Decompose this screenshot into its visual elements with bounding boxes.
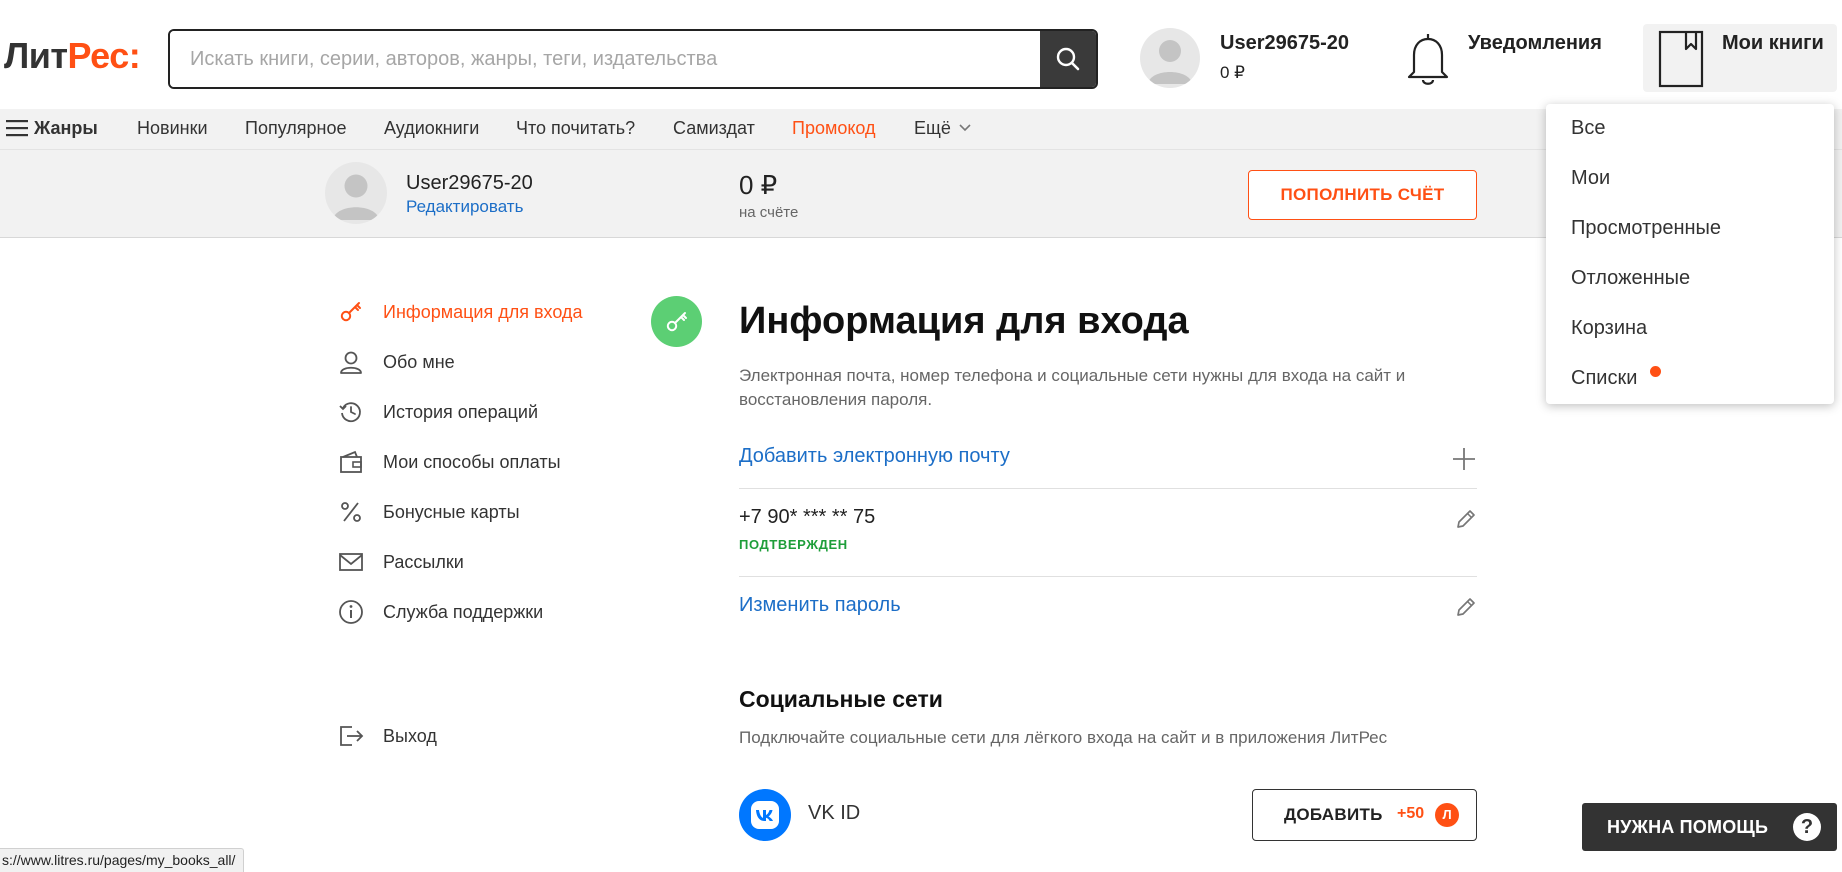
avatar (1140, 28, 1200, 88)
notifications-label: Уведомления (1468, 32, 1602, 54)
dropdown-item-mine[interactable]: Мои (1571, 167, 1610, 190)
notifications-button[interactable]: Уведомления (1402, 28, 1632, 90)
user-avatar-icon (333, 174, 379, 220)
nav-samizdat[interactable]: Самиздат (673, 109, 755, 149)
change-password-row: Изменить пароль (739, 594, 1477, 624)
plus-icon[interactable] (1451, 446, 1477, 472)
user-icon (336, 347, 366, 377)
search-bar (168, 29, 1098, 89)
sidebar-item-payment-methods[interactable]: Мои способы оплаты (336, 447, 561, 477)
nav-audiobooks[interactable]: Аудиокниги (384, 109, 479, 149)
question-icon: ? (1793, 813, 1821, 841)
info-icon (336, 597, 366, 627)
sidebar-item-about-me[interactable]: Обо мне (336, 347, 455, 377)
nav-promocode[interactable]: Промокод (792, 109, 876, 149)
user-avatar-icon (1148, 40, 1192, 84)
sidebar-item-support[interactable]: Служба поддержки (336, 597, 543, 627)
wallet-icon (336, 447, 366, 477)
my-books-dropdown: Все Мои Просмотренные Отложенные Корзина… (1546, 104, 1834, 404)
search-button[interactable] (1040, 31, 1096, 87)
dropdown-item-all[interactable]: Все (1571, 117, 1605, 140)
sidebar-item-mailings[interactable]: Рассылки (336, 547, 464, 577)
balance-value: 0 ₽ (739, 170, 778, 200)
mail-icon (336, 547, 366, 577)
pencil-icon[interactable] (1455, 508, 1477, 530)
nav-genres[interactable]: Жанры (6, 109, 98, 149)
social-networks-description: Подключайте социальные сети для лёгкого … (739, 728, 1388, 747)
edit-profile-link[interactable]: Редактировать (406, 197, 523, 217)
percent-icon (336, 497, 366, 527)
book-bookmark-icon (1658, 30, 1704, 88)
litres-bonus-badge: Л (1435, 803, 1459, 827)
sidebar-item-login-info[interactable]: Информация для входа (336, 297, 582, 327)
nav-more[interactable]: Ещё (914, 109, 972, 149)
nav-new[interactable]: Новинки (137, 109, 208, 149)
user-profile-menu[interactable]: User29675-20 0 ₽ (1140, 28, 1360, 90)
key-badge-icon (651, 296, 702, 347)
divider (739, 576, 1477, 577)
my-books-button[interactable]: Мои книги (1643, 24, 1837, 92)
add-email-link[interactable]: Добавить электронную почту (739, 445, 1010, 467)
dropdown-item-viewed[interactable]: Просмотренные (1571, 217, 1721, 240)
search-icon (1056, 47, 1080, 71)
top-up-button[interactable]: ПОПОЛНИТЬ СЧЁТ (1248, 170, 1477, 220)
bell-icon (1407, 34, 1449, 85)
logout-icon (336, 721, 366, 751)
status-bar-url: s://www.litres.ru/pages/my_books_all/ (0, 848, 245, 872)
dropdown-item-lists[interactable]: Списки (1571, 367, 1637, 390)
vk-id-label: VK ID (808, 802, 861, 824)
page-title: Информация для входа (739, 300, 1189, 342)
dropdown-item-cart[interactable]: Корзина (1571, 317, 1647, 340)
balance-caption: на счёте (739, 204, 799, 221)
nav-popular[interactable]: Популярное (245, 109, 347, 149)
need-help-button[interactable]: НУЖНА ПОМОЩЬ ? (1582, 803, 1837, 851)
vk-logo-icon (739, 789, 791, 841)
hamburger-icon (6, 120, 28, 137)
add-vk-button[interactable]: ДОБАВИТЬ +50 Л (1252, 789, 1477, 841)
change-password-link[interactable]: Изменить пароль (739, 594, 901, 616)
pencil-icon[interactable] (1455, 596, 1477, 618)
avatar (325, 162, 387, 224)
litres-logo[interactable]: ЛитРес: (4, 36, 141, 76)
key-icon (666, 311, 687, 331)
my-books-label: Мои книги (1722, 32, 1824, 54)
search-input[interactable] (170, 31, 1040, 87)
bonus-amount: +50 (1397, 805, 1425, 822)
phone-verified-status: ПОДТВЕРЖДЕН (739, 537, 848, 552)
user-name: User29675-20 (1220, 32, 1349, 54)
nav-what-to-read[interactable]: Что почитать? (516, 109, 635, 149)
sidebar-item-logout[interactable]: Выход (336, 721, 437, 751)
user-balance: 0 ₽ (1220, 63, 1245, 82)
key-icon (336, 297, 366, 327)
phone-row: +7 90* *** ** 75 ПОДТВЕРЖДЕН (739, 506, 1477, 556)
dropdown-item-postponed[interactable]: Отложенные (1571, 267, 1690, 290)
account-name: User29675-20 (406, 172, 533, 194)
history-icon (336, 397, 366, 427)
phone-number: +7 90* *** ** 75 (739, 506, 876, 528)
add-email-row: Добавить электронную почту (739, 445, 1477, 475)
social-networks-title: Социальные сети (739, 686, 943, 712)
chevron-down-icon (959, 124, 971, 132)
divider (739, 488, 1477, 489)
sidebar-item-history[interactable]: История операций (336, 397, 538, 427)
new-indicator-dot (1650, 366, 1661, 377)
vk-icon (751, 801, 779, 829)
page-description: Электронная почта, номер телефона и соци… (739, 366, 1406, 409)
site-header: ЛитРес: User29675-20 0 ₽ Уведомления (0, 0, 1842, 109)
sidebar-item-bonus-cards[interactable]: Бонусные карты (336, 497, 520, 527)
